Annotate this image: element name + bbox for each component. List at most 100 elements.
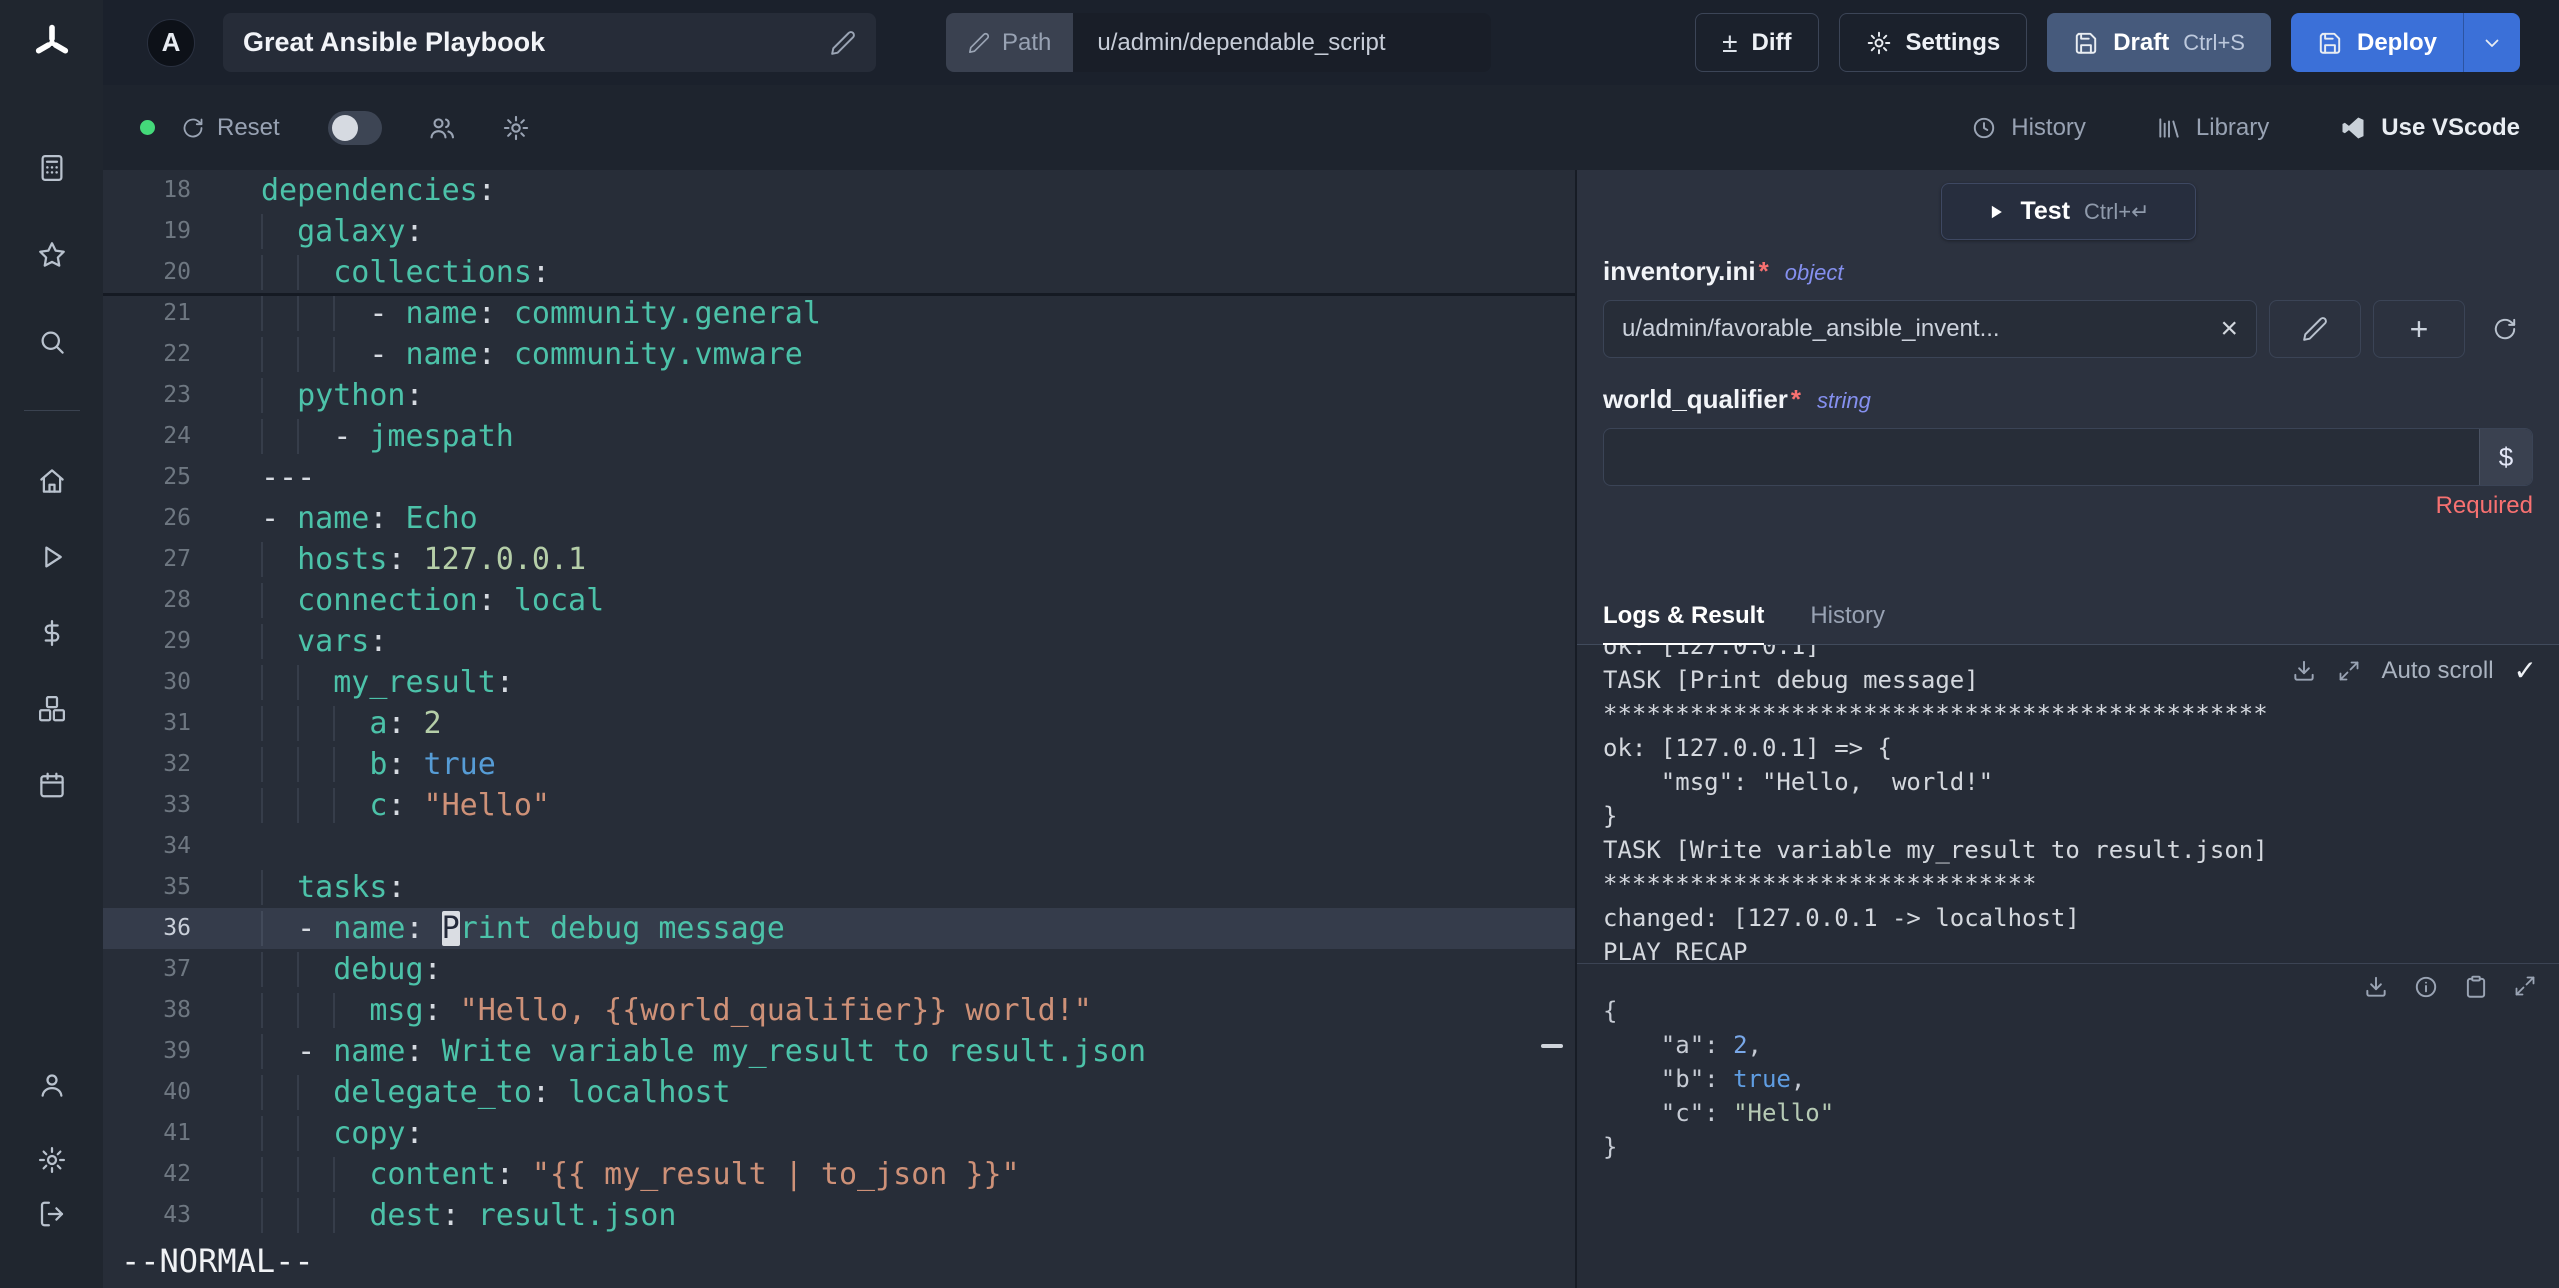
download-icon[interactable] xyxy=(2291,658,2317,684)
code-line[interactable]: 38 msg: "Hello, {{world_qualifier}} worl… xyxy=(103,990,1575,1031)
sidebar-item-account[interactable] xyxy=(28,1061,76,1109)
arg-type: string xyxy=(1817,388,1871,413)
code-line[interactable]: 40 delegate_to: localhost xyxy=(103,1072,1575,1113)
code-line[interactable]: 27 hosts: 127.0.0.1 xyxy=(103,539,1575,580)
gear-icon xyxy=(503,115,528,140)
history-label: History xyxy=(2011,113,2086,141)
add-resource-button[interactable]: + xyxy=(2373,300,2465,358)
sidebar-item-search[interactable] xyxy=(28,318,76,366)
editor-settings-button[interactable] xyxy=(502,114,530,142)
vim-mode-indicator: --NORMAL-- xyxy=(121,1240,344,1284)
use-vscode-button[interactable]: Use VScode xyxy=(2339,114,2520,142)
refresh-resource-button[interactable] xyxy=(2477,300,2533,358)
code-line[interactable]: 32 b: true xyxy=(103,744,1575,785)
code-line[interactable]: 33 c: "Hello" xyxy=(103,785,1575,826)
download-icon[interactable] xyxy=(2363,974,2389,1000)
calculator-icon xyxy=(41,155,62,181)
diff-button[interactable]: ± Diff xyxy=(1695,13,1819,72)
windmill-logo[interactable] xyxy=(31,0,73,85)
result-tabs: Logs & Result History xyxy=(1577,594,2559,646)
code-line[interactable]: 39 - name: Write variable my_result to r… xyxy=(103,1031,1575,1072)
code-line[interactable]: 19 galaxy: xyxy=(103,211,1575,252)
copy-icon[interactable] xyxy=(2463,974,2489,1000)
line-number: 37 xyxy=(163,956,191,982)
deploy-button[interactable]: Deploy xyxy=(2291,13,2463,72)
code-line[interactable]: 23 python: xyxy=(103,375,1575,416)
library-button[interactable]: Library xyxy=(2156,114,2269,142)
sidebar-item-workspace-settings[interactable] xyxy=(28,1136,76,1184)
result-line: "c": "Hello" xyxy=(1660,1099,1835,1127)
tab-history[interactable]: History xyxy=(1810,602,1885,644)
code-line[interactable]: 41 copy: xyxy=(103,1113,1575,1154)
line-number: 22 xyxy=(163,341,191,367)
code-line[interactable]: 28 connection: local xyxy=(103,580,1575,621)
history-button[interactable]: History xyxy=(1971,114,2086,142)
collaborators-button[interactable] xyxy=(428,114,456,142)
edit-title-pencil-icon[interactable] xyxy=(830,30,856,56)
expand-icon[interactable] xyxy=(2337,659,2361,683)
use-vscode-label: Use VScode xyxy=(2381,113,2520,141)
code-line[interactable]: 24 - jmespath xyxy=(103,416,1575,457)
edit-resource-button[interactable] xyxy=(2269,300,2361,358)
path-label: Path xyxy=(1002,28,1052,56)
code-line[interactable]: 20 collections: xyxy=(103,252,1575,293)
line-number: 25 xyxy=(163,464,191,490)
script-title-box[interactable]: Great Ansible Playbook xyxy=(223,13,876,72)
line-number: 35 xyxy=(163,874,191,900)
clear-resource-icon[interactable]: × xyxy=(2206,314,2238,344)
auto-scroll-checkbox[interactable]: ✓ xyxy=(2514,657,2537,685)
reset-button[interactable]: Reset xyxy=(181,114,280,142)
sidebar-item-runs[interactable] xyxy=(28,533,76,581)
gear-icon xyxy=(38,1147,65,1173)
tab-logs-and-result[interactable]: Logs & Result xyxy=(1603,602,1765,646)
code-line[interactable]: 35 tasks: xyxy=(103,867,1575,908)
code-line[interactable]: 22 - name: community.vmware xyxy=(103,334,1575,375)
code-line[interactable]: 36 - name: Print debug message xyxy=(103,908,1575,949)
code-line[interactable]: 21 - name: community.general xyxy=(103,293,1575,334)
code-line[interactable]: 29 vars: xyxy=(103,621,1575,662)
gear-icon xyxy=(1867,31,1890,54)
sidebar-item-resources[interactable] xyxy=(28,685,76,733)
line-number: 42 xyxy=(163,1161,191,1187)
scrollbar-marker[interactable] xyxy=(1541,1044,1563,1048)
deploy-dropdown-button[interactable] xyxy=(2463,13,2520,72)
log-line: "msg": "Hello, world!" xyxy=(1603,768,1994,796)
path-group[interactable]: Path u/admin/dependable_script xyxy=(946,13,1492,72)
test-button[interactable]: Test Ctrl+↵ xyxy=(1940,183,2196,240)
path-chip[interactable]: Path xyxy=(946,13,1074,72)
reset-label: Reset xyxy=(217,113,280,141)
info-icon[interactable] xyxy=(2413,974,2439,1000)
inventory-resource-value: u/admin/favorable_ansible_invent... xyxy=(1622,315,2000,342)
sidebar-item-apps[interactable] xyxy=(28,144,76,192)
world-qualifier-input-row: $ xyxy=(1603,428,2533,486)
insert-variable-button[interactable]: $ xyxy=(2479,429,2532,485)
diff-mode-toggle[interactable] xyxy=(327,110,382,145)
code-line[interactable]: 37 debug: xyxy=(103,949,1575,990)
code-line[interactable]: 18 dependencies: xyxy=(103,170,1575,211)
code-line[interactable]: 25 --- xyxy=(103,457,1575,498)
sidebar-item-logout[interactable] xyxy=(28,1190,76,1238)
star-icon xyxy=(38,242,65,267)
expand-icon[interactable] xyxy=(2513,974,2537,998)
code-line[interactable]: 34 xyxy=(103,826,1575,867)
sidebar-item-favorites[interactable] xyxy=(28,231,76,279)
vscode-icon xyxy=(2342,117,2364,138)
sidebar-item-schedules[interactable] xyxy=(28,761,76,809)
code-line[interactable]: 42 content: "{{ my_result | to_json }}" xyxy=(103,1154,1575,1195)
code-editor[interactable]: 18 dependencies: 19 galaxy: 20 collections:… xyxy=(103,170,1575,1288)
settings-button[interactable]: Settings xyxy=(1838,13,2028,72)
avatar[interactable]: A xyxy=(147,18,195,67)
sidebar-item-variables[interactable] xyxy=(28,609,76,657)
left-sidebar xyxy=(0,0,103,1288)
code-line[interactable]: 30 my_result: xyxy=(103,662,1575,703)
code-line[interactable]: 43 dest: result.json xyxy=(103,1195,1575,1236)
line-number: 23 xyxy=(163,382,191,408)
inventory-resource-input[interactable]: u/admin/favorable_ansible_invent... × xyxy=(1603,300,2257,358)
editor-toolbar: Reset History Library Use VScode xyxy=(103,85,2559,170)
draft-button[interactable]: Draft Ctrl+S xyxy=(2047,13,2271,72)
sidebar-item-home[interactable] xyxy=(28,457,76,505)
required-asterisk: * xyxy=(1790,384,1802,414)
code-line[interactable]: 31 a: 2 xyxy=(103,703,1575,744)
code-line[interactable]: 26- name: Echo xyxy=(103,498,1575,539)
world-qualifier-input[interactable] xyxy=(1604,429,2479,485)
